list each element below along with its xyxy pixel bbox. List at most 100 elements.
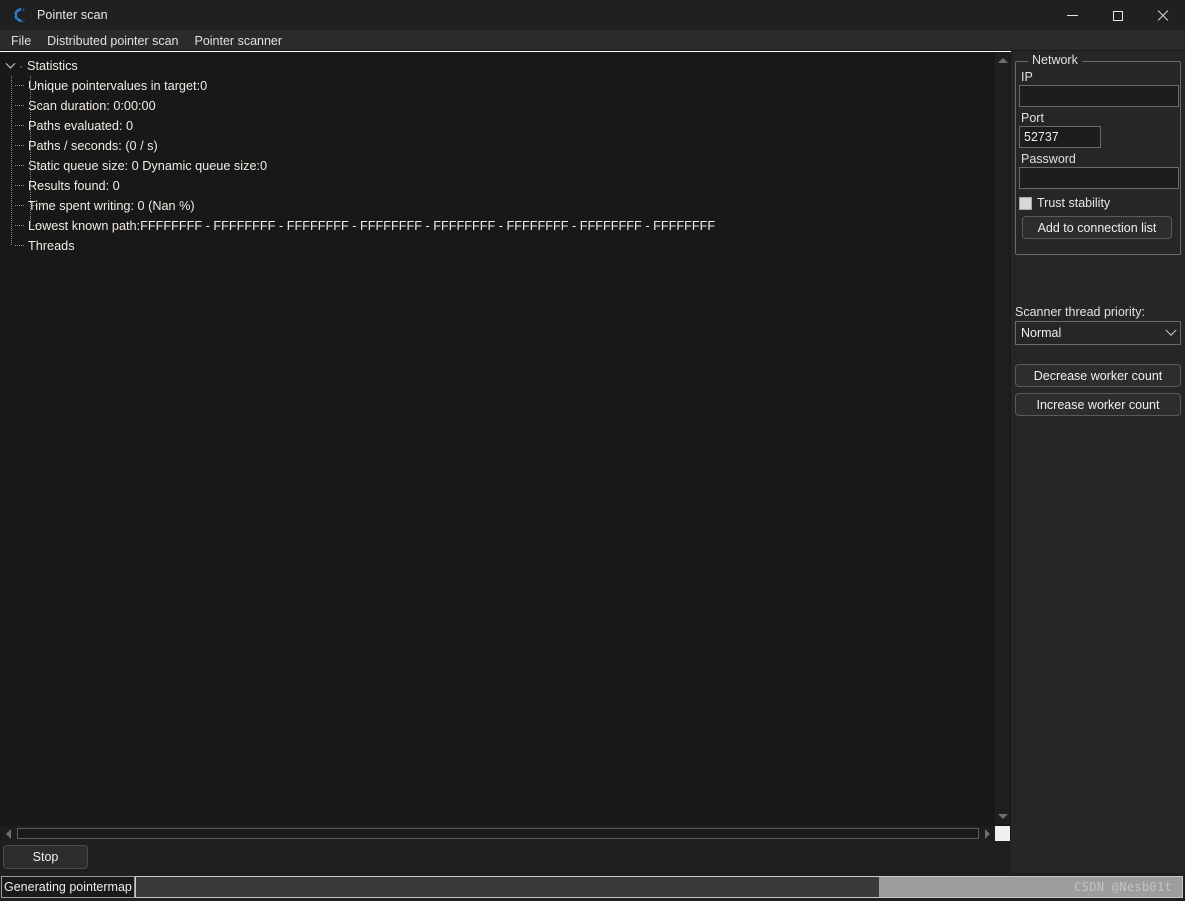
tree-node-paths-evaluated[interactable]: Paths evaluated: 0 — [0, 116, 994, 136]
tree-connector-horizontal — [15, 205, 25, 206]
tree-connector-horizontal-2 — [33, 85, 43, 86]
tree-node-label: Unique pointervalues in target:0 — [28, 79, 208, 93]
tree-connector-horizontal-2 — [33, 225, 43, 226]
tree-connector-vertical — [11, 176, 12, 196]
scanner-thread-priority-value: Normal — [1021, 326, 1062, 340]
tree-connector-horizontal-2 — [33, 185, 43, 186]
status-message: Generating pointermap — [1, 876, 135, 898]
tree-node-dot: · — [19, 59, 23, 73]
scroll-up-arrow-icon — [997, 58, 1008, 63]
pointer-scan-window: Pointer scan File Distributed pointer sc… — [0, 0, 1185, 901]
tree-connector-horizontal — [15, 245, 25, 246]
chevron-down-icon — [1165, 324, 1177, 336]
status-bar: Generating pointermap CSDN @Nesb01t — [0, 873, 1185, 901]
tree-connector-vertical — [11, 216, 12, 236]
tree-node-paths-seconds[interactable]: Paths / seconds: (0 / s) — [0, 136, 994, 156]
tree-node-statistics[interactable]: · Statistics — [0, 56, 994, 76]
ip-input[interactable] — [1019, 85, 1179, 107]
tree-node-time-spent-writing[interactable]: Time spent writing: 0 (Nan %) — [0, 196, 994, 216]
tree-node-lowest-known-path[interactable]: Lowest known path:FFFFFFFF - FFFFFFFF - … — [0, 216, 994, 236]
decrease-worker-count-button[interactable]: Decrease worker count — [1015, 364, 1181, 387]
tree-connector-vertical — [11, 96, 12, 116]
tree-node-label: Results found: 0 — [28, 179, 120, 193]
menu-item-distributed-pointer-scan[interactable]: Distributed pointer scan — [39, 31, 186, 51]
tree-node-queue-size[interactable]: Static queue size: 0 Dynamic queue size:… — [0, 156, 994, 176]
network-group-title: Network — [1028, 53, 1082, 67]
add-to-connection-list-button[interactable]: Add to connection list — [1022, 216, 1172, 239]
tree-connector-vertical — [11, 136, 12, 156]
tree-connector-horizontal — [15, 185, 25, 186]
ip-label: IP — [1021, 70, 1033, 84]
tree-node-label: Scan duration: 0:00:00 — [28, 99, 156, 113]
minimize-icon — [1067, 15, 1078, 16]
password-label: Password — [1021, 152, 1076, 166]
window-controls — [1050, 0, 1185, 31]
port-label: Port — [1021, 111, 1044, 125]
tree-vertical-scrollbar[interactable] — [995, 53, 1010, 824]
left-pane: · Statistics Unique pointervalues in tar… — [0, 51, 1011, 901]
horizontal-scroll-track[interactable] — [17, 828, 979, 839]
tree-node-results-found[interactable]: Results found: 0 — [0, 176, 994, 196]
scrollbar-corner — [995, 826, 1010, 841]
maximize-icon — [1112, 10, 1123, 21]
tree-connector-vertical — [11, 236, 12, 246]
stop-button[interactable]: Stop — [3, 845, 88, 869]
action-button-row: Stop — [0, 841, 1011, 873]
tree-node-label: Lowest known path:FFFFFFFF - FFFFFFFF - … — [28, 219, 716, 233]
scroll-right-button[interactable] — [980, 826, 995, 841]
chevron-down-icon[interactable] — [4, 58, 17, 73]
tree-connector-horizontal-2 — [33, 165, 43, 166]
tree-connector-horizontal — [15, 85, 25, 86]
right-pane: Network IP Port Password Trust stability… — [1011, 51, 1185, 901]
tree-node-scan-duration[interactable]: Scan duration: 0:00:00 — [0, 96, 994, 116]
tree-horizontal-scrollbar[interactable] — [1, 826, 995, 841]
tree-connector-horizontal — [15, 165, 25, 166]
tree-connector-vertical — [11, 76, 12, 96]
port-input[interactable] — [1019, 126, 1101, 148]
tree-connector-vertical-2 — [30, 216, 31, 226]
trust-stability-checkbox[interactable] — [1019, 196, 1032, 210]
tree-connector-horizontal-2 — [33, 125, 43, 126]
tree-connector-horizontal — [15, 225, 25, 226]
tree-connector-horizontal — [15, 105, 25, 106]
scroll-up-button[interactable] — [995, 53, 1010, 68]
tree-node-label: Paths / seconds: (0 / s) — [28, 139, 158, 153]
menu-item-file[interactable]: File — [3, 31, 39, 51]
menu-bar: File Distributed pointer scan Pointer sc… — [0, 31, 1185, 51]
scroll-down-arrow-icon — [997, 814, 1008, 819]
title-bar: Pointer scan — [0, 0, 1185, 31]
trust-stability-label: Trust stability — [1037, 196, 1111, 210]
scanner-thread-priority-select[interactable]: Normal — [1015, 321, 1181, 345]
tree-connector-horizontal — [15, 125, 25, 126]
tree-connector-vertical — [11, 116, 12, 136]
tree-node-label: Time spent writing: 0 (Nan %) — [28, 199, 195, 213]
tree-node-label: Statistics — [27, 59, 78, 73]
progress-bar-fill — [135, 877, 879, 897]
tree-connector-vertical-2 — [30, 136, 31, 156]
increase-worker-count-button[interactable]: Increase worker count — [1015, 393, 1181, 416]
trust-stability-row[interactable]: Trust stability — [1019, 196, 1179, 210]
tree-connector-vertical-2 — [30, 176, 31, 196]
tree-connector-vertical-2 — [30, 196, 31, 216]
close-button[interactable] — [1140, 0, 1185, 31]
watermark-text: CSDN @Nesb01t — [1074, 880, 1172, 894]
tree-connector-horizontal — [15, 145, 25, 146]
statistics-tree[interactable]: · Statistics Unique pointervalues in tar… — [0, 53, 994, 823]
tree-connector-vertical-2 — [30, 116, 31, 136]
scroll-down-button[interactable] — [995, 809, 1010, 824]
tree-node-unique-pointervalues[interactable]: Unique pointervalues in target:0 — [0, 76, 994, 96]
close-icon — [1157, 10, 1169, 22]
main-body: · Statistics Unique pointervalues in tar… — [0, 51, 1185, 901]
scroll-right-arrow-icon — [985, 828, 990, 839]
minimize-button[interactable] — [1050, 0, 1095, 31]
tree-node-label: Paths evaluated: 0 — [28, 119, 134, 133]
tree-node-threads[interactable]: Threads — [0, 236, 994, 256]
scroll-left-button[interactable] — [1, 826, 16, 841]
menu-item-pointer-scanner[interactable]: Pointer scanner — [186, 31, 290, 51]
cheat-engine-icon — [7, 4, 33, 26]
tree-connector-vertical-2 — [30, 76, 31, 96]
network-fields: IP Port Password Trust stability Add to … — [1019, 70, 1179, 239]
maximize-button[interactable] — [1095, 0, 1140, 31]
tree-node-label: Threads — [28, 239, 75, 253]
password-input[interactable] — [1019, 167, 1179, 189]
